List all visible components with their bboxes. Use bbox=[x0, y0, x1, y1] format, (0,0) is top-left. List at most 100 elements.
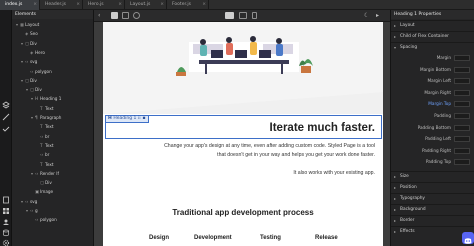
spacing-value-input[interactable] bbox=[454, 101, 470, 108]
property-section[interactable]: ▸ Position bbox=[391, 182, 474, 191]
spacing-field-label: Margin Bottom bbox=[420, 66, 451, 72]
tree-node[interactable]: T Text bbox=[40, 142, 53, 149]
tree-node[interactable]: ◈ Seo bbox=[25, 30, 38, 37]
layers-icon[interactable] bbox=[2, 101, 10, 109]
process-step-label: Development bbox=[194, 235, 232, 241]
tree-node[interactable]: ¶Paragraph bbox=[31, 114, 62, 121]
spacing-value-input[interactable] bbox=[454, 124, 470, 131]
tree-node[interactable]: ‹› br bbox=[40, 133, 49, 140]
tree-node-label: polygon bbox=[35, 68, 52, 74]
tree-node[interactable]: ▣Image bbox=[35, 188, 53, 195]
tree-node-label: Div bbox=[35, 87, 42, 93]
document-icon[interactable] bbox=[2, 196, 10, 204]
database-icon[interactable] bbox=[2, 229, 10, 237]
tree-node[interactable]: ‹› polygon bbox=[35, 216, 57, 223]
spacing-value-input[interactable] bbox=[454, 136, 470, 143]
tree-node[interactable]: ‹› br bbox=[40, 151, 49, 158]
property-section[interactable]: ▸ Size bbox=[391, 171, 474, 180]
tab-layout-js[interactable]: Layout.js × bbox=[125, 0, 167, 10]
spacing-field[interactable]: Margin Right bbox=[424, 89, 470, 97]
hero-heading[interactable]: Iterate much faster. bbox=[270, 122, 375, 134]
settings-icon[interactable] bbox=[2, 239, 10, 246]
desktop-view-button[interactable] bbox=[225, 12, 234, 19]
spacing-value-input[interactable] bbox=[454, 66, 470, 73]
tree-node-label: br bbox=[45, 152, 50, 158]
delete-icon[interactable]: ▪ bbox=[141, 116, 146, 121]
tree-node[interactable]: T Text bbox=[40, 123, 53, 130]
tree-node[interactable]: HHeading 1 bbox=[31, 95, 61, 102]
file-tab-bar: index.js × Header.js × Hero.js × Layout.… bbox=[0, 0, 474, 10]
property-section[interactable]: ▸ Layout bbox=[391, 20, 474, 29]
hero-paragraph-line: that doesn't get in your way and helps y… bbox=[217, 152, 375, 158]
spacing-field[interactable]: Padding Top bbox=[426, 158, 470, 166]
spacing-field[interactable]: Margin Top bbox=[428, 100, 470, 108]
spacing-value-input[interactable] bbox=[454, 113, 470, 119]
tree-node[interactable]: ▦Layout bbox=[16, 21, 40, 28]
tree-node[interactable]: ▢Div bbox=[40, 179, 52, 186]
tree-node[interactable]: T Text bbox=[40, 105, 53, 112]
tree-node[interactable]: ‹›svg bbox=[21, 198, 37, 205]
tree-node[interactable]: ▢Div bbox=[26, 86, 42, 93]
tab-close-icon[interactable]: × bbox=[76, 0, 80, 10]
tree-node[interactable]: T Text bbox=[40, 161, 53, 168]
selected-element-tag[interactable]: H Heading 1 ⠿ ▪ bbox=[105, 115, 149, 123]
users-icon[interactable] bbox=[2, 218, 10, 226]
tree-node[interactable]: ‹›g bbox=[26, 207, 38, 214]
tablet-view-button[interactable] bbox=[239, 12, 247, 19]
tree-node[interactable]: ‹›Render If bbox=[31, 170, 59, 177]
tab-close-icon[interactable]: × bbox=[160, 0, 164, 10]
spacing-value-input[interactable] bbox=[454, 147, 470, 154]
tab-close-icon[interactable]: × bbox=[202, 0, 206, 10]
property-section[interactable]: ▸ Border bbox=[391, 215, 474, 224]
properties-panel-title: Heading 1 Properties bbox=[391, 10, 474, 19]
shape-tool-button[interactable] bbox=[133, 12, 140, 19]
tab-index-js[interactable]: index.js × bbox=[0, 0, 40, 10]
property-section[interactable]: ▸ Typography bbox=[391, 193, 474, 202]
dark-mode-icon[interactable]: ☾ bbox=[364, 11, 369, 20]
tree-node-label: g bbox=[35, 208, 38, 213]
tab-label: Layout.js bbox=[130, 2, 151, 7]
property-section[interactable]: ▾ Spacing bbox=[391, 42, 474, 51]
frame-tool-button[interactable] bbox=[122, 12, 129, 19]
property-section-label: Border bbox=[400, 218, 415, 223]
discord-icon[interactable] bbox=[462, 232, 474, 244]
spacing-field[interactable]: Margin Left bbox=[427, 77, 470, 85]
chevron-right-icon: ▸ bbox=[394, 229, 397, 234]
spacing-field[interactable]: Margin Bottom bbox=[420, 66, 470, 74]
mobile-view-button[interactable] bbox=[252, 12, 257, 19]
tree-node-label: Paragraph bbox=[40, 115, 62, 120]
spacing-field[interactable]: Padding Right bbox=[422, 147, 470, 155]
tree-node-label: Seo bbox=[30, 31, 38, 37]
select-tool-button[interactable] bbox=[111, 12, 118, 19]
spacing-value-input[interactable] bbox=[454, 78, 470, 85]
tree-node-label: polygon bbox=[40, 217, 57, 223]
tab-hero-js[interactable]: Hero.js × bbox=[83, 0, 125, 10]
tree-node[interactable]: ▢Div bbox=[21, 40, 37, 47]
design-canvas[interactable]: H Heading 1 ⠿ ▪ Iterate much faster. Cha… bbox=[94, 22, 390, 246]
tab-footer-js[interactable]: Footer.js × bbox=[167, 0, 209, 10]
tab-close-icon[interactable]: × bbox=[33, 0, 37, 10]
chevron-right-icon: ▸ bbox=[394, 185, 397, 190]
tab-close-icon[interactable]: × bbox=[118, 0, 122, 10]
spacing-field[interactable]: Padding Bottom bbox=[418, 124, 470, 132]
collapse-left-icon[interactable]: ‹ bbox=[98, 11, 100, 20]
tree-node[interactable]: ▢Div bbox=[21, 77, 37, 84]
spacing-value-input[interactable] bbox=[454, 159, 470, 166]
spacing-value-input[interactable] bbox=[454, 55, 470, 61]
spacing-field[interactable]: Padding Left bbox=[425, 135, 470, 143]
check-icon[interactable] bbox=[2, 125, 10, 133]
spacing-value-input[interactable] bbox=[454, 89, 470, 96]
tab-header-js[interactable]: Header.js × bbox=[40, 0, 83, 10]
property-section[interactable]: ▸ Background bbox=[391, 204, 474, 213]
tree-node[interactable]: ◈ Hero bbox=[30, 49, 45, 56]
grid-icon[interactable] bbox=[2, 207, 10, 215]
wand-icon[interactable] bbox=[2, 113, 10, 121]
play-icon[interactable]: ▸ bbox=[376, 11, 379, 20]
tree-node[interactable]: ‹›svg bbox=[21, 58, 37, 65]
property-section[interactable]: ▸ Child of Flex Container bbox=[391, 31, 474, 40]
spacing-field[interactable]: Margin bbox=[437, 54, 470, 62]
tree-node[interactable]: ‹› polygon bbox=[30, 68, 52, 75]
page-preview[interactable]: H Heading 1 ⠿ ▪ Iterate much faster. Cha… bbox=[103, 22, 383, 246]
spacing-field[interactable]: Padding bbox=[434, 112, 470, 120]
tree-node-label: Layout bbox=[25, 22, 40, 27]
